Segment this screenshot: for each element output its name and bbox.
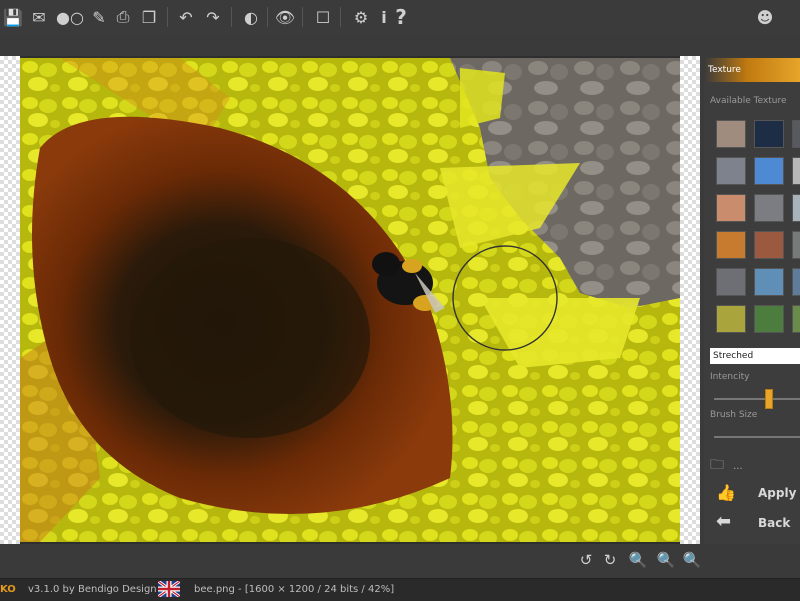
redo-icon[interactable]: ↷ [202, 6, 224, 28]
texture-thumbnail[interactable] [792, 157, 800, 185]
toggle-icon[interactable]: ●○ [55, 6, 85, 28]
folder-icon: 🗀 [710, 457, 724, 473]
transparency-left [0, 56, 20, 544]
texture-thumbnail[interactable] [716, 157, 746, 185]
texture-thumbnail[interactable] [716, 120, 746, 148]
texture-thumbnail[interactable] [716, 231, 746, 259]
toolbar-divider [302, 7, 303, 27]
apply-button-label: Apply [758, 486, 797, 500]
zoom-out-icon[interactable]: 🔍 [656, 550, 676, 570]
canvas-image[interactable] [20, 58, 680, 542]
intensity-label: Intencity [710, 372, 750, 382]
file-info-label: bee.png - [1600 × 1200 / 24 bits / 42%] [194, 584, 395, 595]
available-texture-label: Available Texture [710, 96, 787, 106]
texture-thumbnail[interactable] [716, 305, 746, 333]
rotate-right-icon[interactable]: ↻ [600, 550, 620, 570]
intensity-slider-track[interactable] [714, 398, 800, 400]
texture-thumbnail[interactable] [792, 194, 800, 222]
toolbar-divider [231, 7, 232, 27]
back-button[interactable]: ⬅ Back [714, 511, 800, 534]
intensity-slider-knob[interactable] [764, 389, 773, 409]
texture-thumbnail[interactable] [754, 120, 784, 148]
texture-thumbnail[interactable] [754, 231, 784, 259]
reset-icon[interactable]: ◐ [240, 6, 262, 28]
zoom-in-icon[interactable]: 🔍 [628, 550, 648, 570]
texture-panel: Texture Available Texture Streched Inten… [704, 58, 800, 544]
texture-thumbnail[interactable] [792, 120, 800, 148]
texture-thumbnail[interactable] [792, 268, 800, 296]
folder-path-label: ... [733, 461, 743, 472]
status-bar: KO v3.1.0 by Bendigo Design bee.png - [1… [0, 578, 800, 601]
texture-thumbnail[interactable] [792, 231, 800, 259]
image-navigation-bar: ↺ ↻ 🔍 🔍 🔍 [0, 544, 800, 576]
brush-icon[interactable]: ✎ [88, 6, 110, 28]
view-icon[interactable]: 👁 [274, 6, 296, 28]
texture-thumbnail[interactable] [716, 268, 746, 296]
zoom-fit-icon[interactable]: 🔍 [682, 550, 702, 570]
texture-panel-title: Texture [704, 58, 800, 82]
smiley-icon[interactable]: ☻ [754, 6, 776, 28]
brush-size-slider-track[interactable] [714, 436, 800, 438]
texture-thumbnail[interactable] [754, 305, 784, 333]
thumbs-up-icon: 👍 [716, 483, 736, 502]
help-icon[interactable]: ? [390, 5, 412, 29]
rotate-left-icon[interactable]: ↺ [576, 550, 596, 570]
copy-icon[interactable]: ❐ [138, 6, 160, 28]
transparency-right [680, 56, 700, 544]
top-toolbar: 💾 ✉ ●○ ✎ ⎙ ❐ ↶ ↷ ◐ 👁 ☐ ⚙ i ? ☻ [0, 0, 800, 36]
version-label: v3.1.0 by Bendigo Design [28, 584, 157, 595]
flag-uk-icon[interactable] [157, 579, 181, 601]
undo-icon[interactable]: ↶ [175, 6, 197, 28]
back-button-label: Back [758, 516, 791, 530]
texture-thumbnail[interactable] [754, 157, 784, 185]
texture-thumbnail[interactable] [754, 194, 784, 222]
brush-size-label: Brush Size [710, 410, 758, 420]
settings-icon[interactable]: ⚙ [350, 6, 372, 28]
apply-button[interactable]: 👍 Apply [714, 482, 800, 504]
sunflower-bee-image [20, 58, 680, 542]
save-icon[interactable]: 💾 [2, 6, 24, 28]
toolbar-divider [267, 7, 268, 27]
load-texture-folder-button[interactable]: 🗀 ... [710, 454, 800, 473]
email-icon[interactable]: ✉ [28, 6, 50, 28]
texture-thumbnail[interactable] [716, 194, 746, 222]
toolbar-divider [340, 7, 341, 27]
texture-thumbnail[interactable] [754, 268, 784, 296]
app-logo: KO [0, 584, 16, 595]
texture-mode-select[interactable]: Streched [710, 348, 800, 364]
back-arrow-icon: ⬅ [716, 511, 732, 532]
texture-thumbnail[interactable] [792, 305, 800, 333]
toolbar-divider [167, 7, 168, 27]
frame-icon[interactable]: ☐ [312, 6, 334, 28]
print-icon[interactable]: ⎙ [112, 6, 134, 28]
